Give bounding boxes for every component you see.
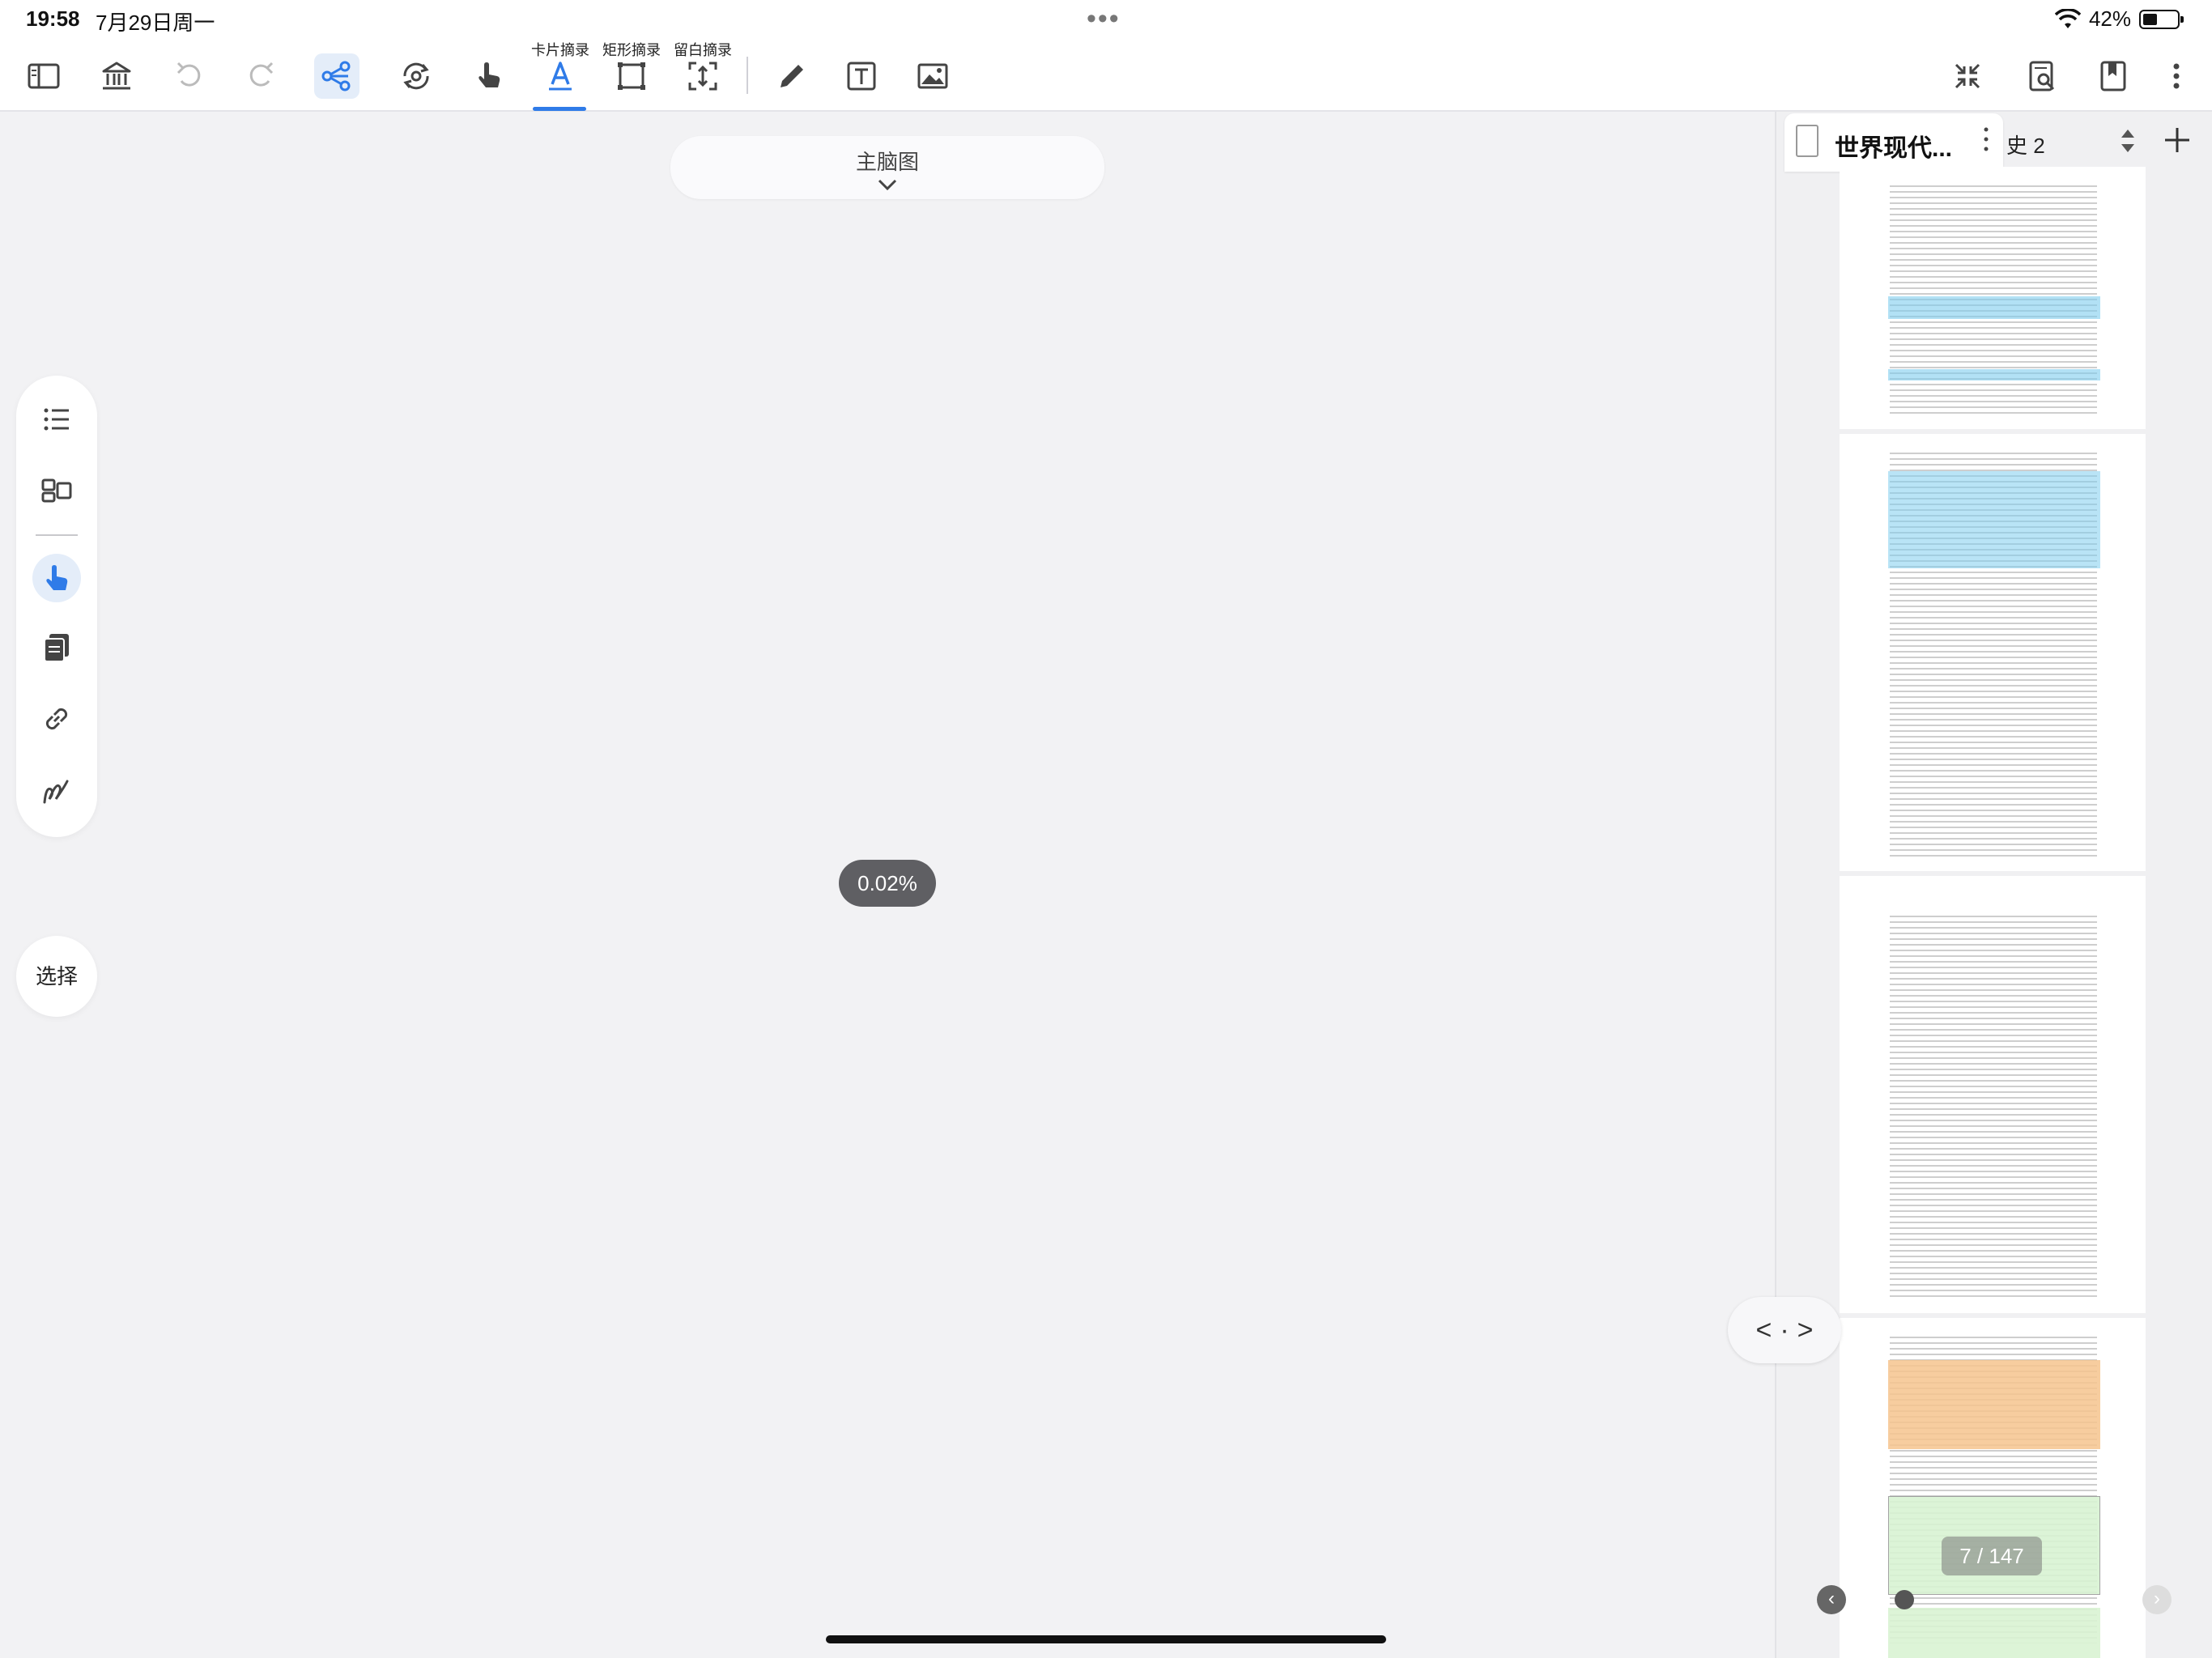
- page-nav-pill[interactable]: < · >: [1728, 1297, 1841, 1363]
- document-icon: [1796, 125, 1819, 157]
- document-search-icon[interactable]: [2019, 53, 2065, 99]
- link-icon[interactable]: [32, 695, 81, 743]
- prev-page-button[interactable]: ‹: [1817, 1585, 1846, 1614]
- chevron-left-icon[interactable]: <: [1755, 1315, 1772, 1346]
- mindmap-title: 主脑图: [855, 150, 919, 174]
- document-tab-title: 世界现代...: [1835, 135, 1953, 162]
- highlight-green: [1888, 1608, 2100, 1658]
- bookmark-book-icon[interactable]: [2091, 53, 2136, 99]
- panel-separator: [36, 534, 78, 536]
- highlight-blue: [1888, 471, 2100, 568]
- freehand-scribble-icon[interactable]: [32, 767, 81, 816]
- redo-icon[interactable]: [238, 53, 283, 99]
- toolbar-separator: [747, 57, 748, 94]
- text-box-icon[interactable]: [839, 53, 884, 99]
- hand-select-icon[interactable]: [32, 554, 81, 602]
- hand-tool-icon[interactable]: [466, 53, 512, 99]
- battery-icon: [2139, 9, 2184, 29]
- card-excerpt-icon[interactable]: [538, 53, 583, 99]
- zoom-level-badge: 0.02%: [839, 860, 936, 907]
- document-page[interactable]: [1840, 167, 2146, 429]
- copy-pages-icon[interactable]: [32, 623, 81, 672]
- home-indicator[interactable]: [826, 1635, 1386, 1643]
- mindmap-title-dropdown[interactable]: 主脑图: [670, 136, 1104, 199]
- mindmap-share-icon[interactable]: [314, 53, 359, 99]
- collapse-icon[interactable]: [1945, 53, 1990, 99]
- dot-icon: ·: [1780, 1314, 1789, 1346]
- status-date: 7月29日周一: [96, 11, 215, 35]
- battery-percent: 42%: [2088, 6, 2131, 31]
- highlight-orange: [1888, 1360, 2100, 1449]
- document-page[interactable]: [1840, 1318, 2146, 1658]
- chevron-down-icon: [878, 179, 897, 191]
- review-cycle-icon[interactable]: [393, 53, 439, 99]
- select-button[interactable]: 选择: [16, 936, 97, 1017]
- sidebar-toggle-icon[interactable]: [21, 53, 66, 99]
- document-tab-second[interactable]: 史 2: [2006, 130, 2045, 159]
- document-page[interactable]: [1840, 434, 2146, 871]
- outline-list-icon[interactable]: [32, 395, 81, 444]
- document-page[interactable]: [1840, 876, 2146, 1313]
- wifi-icon: [2054, 8, 2081, 28]
- rect-excerpt-icon[interactable]: [609, 53, 654, 99]
- page-scroll-handle[interactable]: [1895, 1590, 1914, 1609]
- chevron-right-icon[interactable]: >: [1797, 1315, 1814, 1346]
- highlight-blue: [1888, 369, 2100, 380]
- library-icon[interactable]: [94, 53, 139, 99]
- next-page-button[interactable]: ›: [2142, 1585, 2172, 1614]
- more-vertical-icon[interactable]: [2154, 53, 2199, 99]
- active-tool-indicator: [533, 107, 586, 111]
- status-indicators: 42%: [2054, 6, 2184, 32]
- document-tab-active[interactable]: 世界现代...: [1784, 113, 2003, 172]
- page-text-lines: [1890, 912, 2097, 1299]
- pen-icon[interactable]: [769, 53, 815, 99]
- tab-more-icon[interactable]: [1984, 125, 1989, 154]
- page-counter: 7 / 147: [1942, 1537, 2042, 1575]
- document-panel: 世界现代... 史 2: [1775, 112, 2212, 1658]
- multitask-dots-icon[interactable]: •••: [1087, 5, 1121, 32]
- image-icon[interactable]: [910, 53, 955, 99]
- add-document-icon[interactable]: [2159, 121, 2196, 159]
- sort-updown-icon[interactable]: [2112, 125, 2144, 157]
- blank-excerpt-icon[interactable]: [680, 53, 725, 99]
- layout-frames-icon[interactable]: [32, 466, 81, 515]
- status-bar: 19:58 7月29日周一 ••• 42%: [0, 0, 2212, 39]
- status-time: 19:58: [26, 6, 80, 31]
- highlight-blue: [1888, 296, 2100, 319]
- left-tool-panel: [16, 376, 97, 837]
- undo-icon[interactable]: [167, 53, 212, 99]
- main-toolbar: 卡片摘录 矩形摘录 留白摘录: [0, 39, 2212, 112]
